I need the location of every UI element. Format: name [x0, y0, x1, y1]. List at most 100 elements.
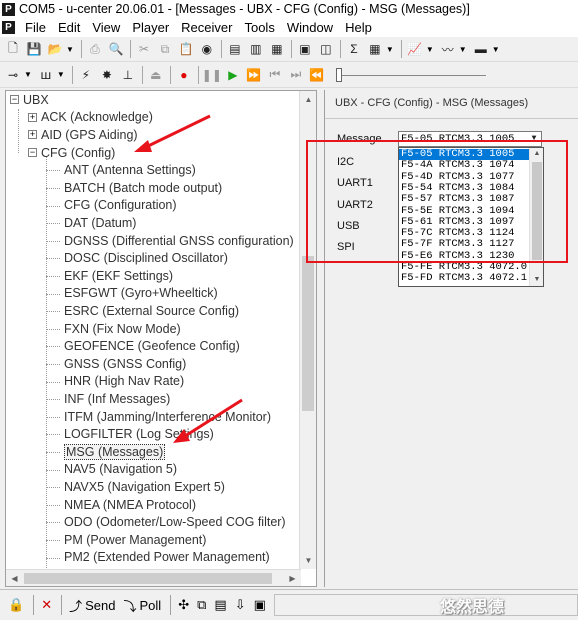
- chart-view-icon[interactable]: 📈: [405, 39, 425, 59]
- scroll-down-icon[interactable]: ▼: [300, 552, 316, 569]
- tree-item[interactable]: ANT (Antenna Settings): [64, 161, 196, 179]
- text-view-icon[interactable]: ▤: [225, 39, 245, 59]
- message-option[interactable]: F5-4A RTCM3.3 1074: [401, 160, 514, 171]
- scroll-up-icon[interactable]: ▲: [530, 148, 543, 160]
- print-preview-icon[interactable]: 🔍: [106, 39, 126, 59]
- expand-icon[interactable]: +: [28, 112, 37, 122]
- scroll-left-icon[interactable]: ◀: [6, 570, 23, 586]
- record-icon[interactable]: ◉: [197, 39, 217, 59]
- tree-item[interactable]: ITFM (Jamming/Interference Monitor): [64, 408, 271, 426]
- collapse-icon[interactable]: −: [10, 95, 19, 105]
- tree-item[interactable]: DAT (Datum): [64, 214, 136, 232]
- antenna-icon[interactable]: ⊥: [118, 65, 138, 85]
- menu-player[interactable]: Player: [126, 18, 175, 37]
- paste-icon[interactable]: 📋: [176, 39, 196, 59]
- panel-view-icon[interactable]: ▣: [295, 39, 315, 59]
- menu-receiver[interactable]: Receiver: [175, 18, 238, 37]
- sky-view-icon[interactable]: ▬: [471, 39, 491, 59]
- baudrate-dropdown-icon[interactable]: ▼: [57, 70, 65, 79]
- copy-icon[interactable]: ⧉: [155, 39, 175, 59]
- tree-item[interactable]: LOGFILTER (Log Settings): [64, 425, 214, 443]
- binary-view-icon[interactable]: ▥: [246, 39, 266, 59]
- table-dropdown-icon[interactable]: ▼: [386, 45, 394, 54]
- autobauding-icon[interactable]: ⚡: [76, 65, 96, 85]
- menu-edit[interactable]: Edit: [52, 18, 86, 37]
- tree-vertical-scrollbar[interactable]: ▲ ▼: [299, 91, 316, 569]
- deviation-map-icon[interactable]: 〰: [438, 39, 458, 59]
- list-scrollbar[interactable]: ▲ ▼: [529, 148, 543, 286]
- cut-icon[interactable]: ✂: [134, 39, 154, 59]
- playback-slider[interactable]: [335, 65, 486, 85]
- print-icon[interactable]: ⎙: [85, 39, 105, 59]
- tree-item[interactable]: FXN (Fix Now Mode): [64, 320, 181, 338]
- send-button[interactable]: ⤴ Send: [66, 593, 118, 617]
- new-file-icon[interactable]: 🗋: [3, 39, 23, 59]
- save-icon[interactable]: 💾: [24, 39, 44, 59]
- scroll-thumb[interactable]: [302, 256, 314, 411]
- close-icon[interactable]: ✕: [38, 593, 55, 617]
- open-folder-icon[interactable]: 📂: [45, 39, 65, 59]
- statistics-icon[interactable]: Σ: [344, 39, 364, 59]
- tree-item[interactable]: ESFGWT (Gyro+Wheeltick): [64, 285, 218, 303]
- menu-help[interactable]: Help: [339, 18, 378, 37]
- menu-file[interactable]: File: [19, 18, 52, 37]
- tree-item[interactable]: EKF (EKF Settings): [64, 267, 173, 285]
- message-option[interactable]: F5-FD RTCM3.3 4072.1: [401, 273, 527, 284]
- slider-thumb[interactable]: [335, 67, 342, 82]
- tree-node[interactable]: + AID (GPS Aiding): [28, 126, 138, 144]
- panel-splitter[interactable]: [317, 90, 324, 587]
- tree-node[interactable]: + ACK (Acknowledge): [28, 109, 153, 127]
- tree-item[interactable]: NMEA (NMEA Protocol): [64, 496, 196, 514]
- expand-icon[interactable]: +: [28, 130, 37, 140]
- menu-tools[interactable]: Tools: [238, 18, 280, 37]
- tree-item[interactable]: NAV5 (Navigation 5): [64, 461, 177, 479]
- tree-item[interactable]: GNSS (GNSS Config): [64, 355, 186, 373]
- tree-node-ubx[interactable]: − UBX: [10, 91, 49, 109]
- rewind-icon[interactable]: ⏪: [307, 65, 327, 85]
- message-dropdown-list[interactable]: F5-05 RTCM3.3 1005 F5-4A RTCM3.3 1074 F5-4…: [398, 147, 544, 287]
- scroll-up-icon[interactable]: ▲: [300, 91, 316, 108]
- play-icon[interactable]: ▶: [223, 65, 243, 85]
- menu-view[interactable]: View: [86, 18, 126, 37]
- fast-forward-icon[interactable]: ⏩: [244, 65, 264, 85]
- tree-item[interactable]: HNR (High Nav Rate): [64, 373, 184, 391]
- menu-window[interactable]: Window: [281, 18, 339, 37]
- table-view-icon[interactable]: ▦: [365, 39, 385, 59]
- tree-item[interactable]: ESRC (External Source Config): [64, 302, 239, 320]
- tools-icon[interactable]: ✣: [175, 593, 192, 617]
- tree-item[interactable]: GEOFENCE (Geofence Config): [64, 337, 240, 355]
- tree-item[interactable]: DGNSS (Differential GNSS configuration): [64, 232, 294, 250]
- message-option[interactable]: F5-7F RTCM3.3 1127: [401, 239, 514, 250]
- tree-item-selected[interactable]: MSG (Messages): [64, 443, 166, 461]
- tree-horizontal-scrollbar[interactable]: ◀ ▶: [6, 569, 301, 586]
- sky-dropdown-icon[interactable]: ▼: [492, 45, 500, 54]
- tree-node[interactable]: − CFG (Config): [28, 144, 115, 162]
- connection-icon[interactable]: ⊸: [3, 65, 23, 85]
- tree-item[interactable]: DOSC (Disciplined Oscillator): [64, 249, 228, 267]
- tree-item[interactable]: ODO (Odometer/Low-Speed COG filter): [64, 513, 286, 531]
- log-icon[interactable]: ▣: [251, 593, 269, 617]
- tree-item[interactable]: INF (Inf Messages): [64, 390, 170, 408]
- log-view-icon[interactable]: ▦: [267, 39, 287, 59]
- step-forward-icon[interactable]: ⏭: [286, 65, 306, 85]
- tree-item[interactable]: CFG (Configuration): [64, 197, 177, 215]
- docking-view-icon[interactable]: ◫: [316, 39, 336, 59]
- settings-icon[interactable]: ✸: [97, 65, 117, 85]
- scroll-down-icon[interactable]: ▼: [530, 274, 543, 286]
- tree-item[interactable]: NAVX5 (Navigation Expert 5): [64, 478, 225, 496]
- scroll-thumb[interactable]: [532, 162, 542, 260]
- eject-icon[interactable]: ⏏: [146, 65, 166, 85]
- tree-item[interactable]: BATCH (Batch mode output): [64, 179, 222, 197]
- chart-dropdown-icon[interactable]: ▼: [426, 45, 434, 54]
- export-icon[interactable]: ⇩: [232, 593, 249, 617]
- chevron-down-icon[interactable]: ▼: [527, 132, 541, 146]
- copy-msg-icon[interactable]: ⧉: [194, 593, 209, 617]
- baudrate-icon[interactable]: ꟺ: [36, 65, 56, 85]
- scroll-right-icon[interactable]: ▶: [284, 570, 301, 586]
- message-select[interactable]: F5-05 RTCM3.3 1005 ▼: [398, 131, 542, 147]
- message-option[interactable]: F5-5E RTCM3.3 1094: [401, 205, 514, 217]
- record-red-icon[interactable]: ●: [174, 65, 194, 85]
- scroll-thumb[interactable]: [24, 573, 272, 584]
- open-dropdown-icon[interactable]: ▼: [66, 45, 74, 54]
- collapse-icon[interactable]: −: [28, 148, 37, 158]
